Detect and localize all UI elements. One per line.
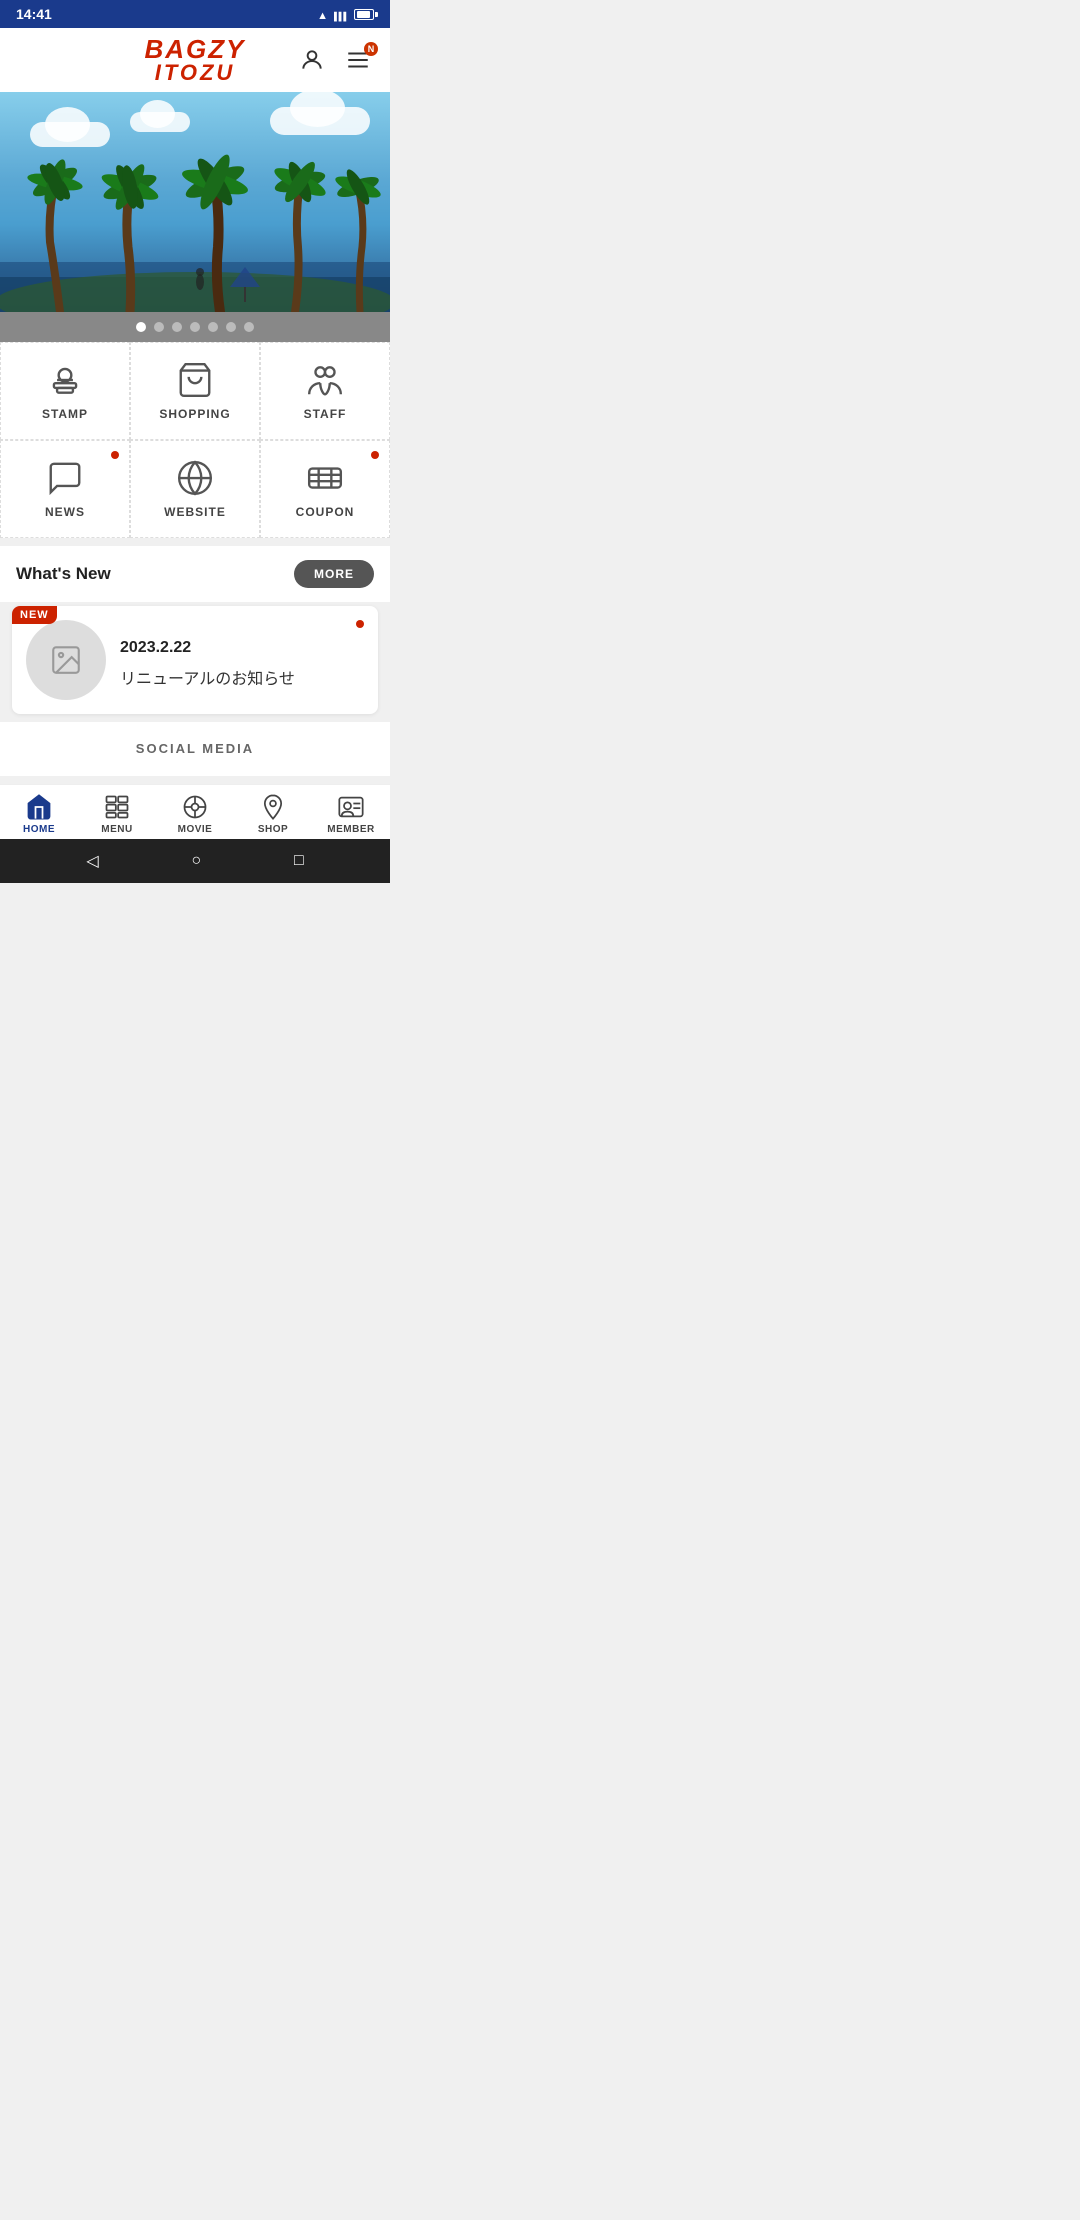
- logo-line2: ITOZU: [145, 62, 246, 84]
- menu-icon: [103, 793, 131, 821]
- website-button[interactable]: WEBSITE: [130, 440, 260, 538]
- social-media-section: SOCIAL MEDIA: [0, 722, 390, 776]
- news-unread-dot: [356, 620, 364, 628]
- news-icon: [46, 459, 84, 497]
- news-label: NEWS: [45, 505, 85, 519]
- stamp-icon: [46, 361, 84, 399]
- image-placeholder-icon: [49, 643, 83, 677]
- carousel-dot-3[interactable]: [172, 322, 182, 332]
- news-button[interactable]: NEWS: [0, 440, 130, 538]
- android-nav-bar: ◁ ○ □: [0, 839, 390, 883]
- home-icon: [25, 793, 53, 821]
- nav-member-label: MEMBER: [327, 824, 374, 835]
- social-media-title: SOCIAL MEDIA: [136, 741, 254, 756]
- logo-line1: BAGZY: [145, 36, 246, 62]
- carousel-dot-5[interactable]: [208, 322, 218, 332]
- whats-new-title: What's New: [16, 564, 111, 584]
- news-card[interactable]: NEW 2023.2.22 リニューアルのお知らせ: [12, 606, 378, 714]
- staff-label: STAFF: [304, 407, 347, 421]
- coupon-button[interactable]: COUPON: [260, 440, 390, 538]
- coupon-icon: [306, 459, 344, 497]
- news-thumbnail: [26, 620, 106, 700]
- website-icon: [176, 459, 214, 497]
- status-bar: 14:41: [0, 0, 390, 28]
- whats-new-header: What's New MORE: [0, 546, 390, 602]
- icon-grid: STAMP SHOPPING STAFF NEWS: [0, 342, 390, 538]
- more-button[interactable]: MORE: [294, 560, 374, 588]
- nav-menu-label: MENU: [101, 824, 132, 835]
- nav-member[interactable]: MEMBER: [321, 793, 381, 835]
- menu-button[interactable]: N: [342, 44, 374, 76]
- member-icon: [337, 793, 365, 821]
- staff-button[interactable]: STAFF: [260, 342, 390, 440]
- stamp-button[interactable]: STAMP: [0, 342, 130, 440]
- hero-banner[interactable]: [0, 92, 390, 312]
- header-icons: N: [296, 44, 374, 76]
- coupon-label: COUPON: [296, 505, 355, 519]
- hero-scene: [0, 92, 390, 312]
- news-date: 2023.2.22: [120, 639, 364, 657]
- carousel-dot-2[interactable]: [154, 322, 164, 332]
- coupon-new-dot: [371, 451, 379, 459]
- time-display: 14:41: [16, 6, 52, 22]
- shopping-icon: [176, 361, 214, 399]
- home-system-button[interactable]: ○: [191, 852, 201, 870]
- movie-icon: [181, 793, 209, 821]
- nav-movie[interactable]: MOVIE: [165, 793, 225, 835]
- header: BAGZY ITOZU N: [0, 28, 390, 92]
- signal-icon: [334, 6, 348, 22]
- nav-menu[interactable]: MENU: [87, 793, 147, 835]
- carousel-dot-7[interactable]: [244, 322, 254, 332]
- stamp-label: STAMP: [42, 407, 88, 421]
- shopping-label: SHOPPING: [159, 407, 230, 421]
- shop-icon: [259, 793, 287, 821]
- news-text: リニューアルのお知らせ: [120, 665, 364, 689]
- staff-icon: [306, 361, 344, 399]
- carousel-dots[interactable]: [0, 312, 390, 342]
- news-badge: NEW: [12, 606, 57, 624]
- nav-shop-label: SHOP: [258, 824, 288, 835]
- status-icons: [317, 6, 374, 22]
- notification-badge: N: [364, 42, 378, 56]
- nav-home-label: HOME: [23, 824, 55, 835]
- carousel-dot-6[interactable]: [226, 322, 236, 332]
- nav-movie-label: MOVIE: [178, 824, 213, 835]
- back-button[interactable]: ◁: [86, 851, 98, 871]
- news-content: 2023.2.22 リニューアルのお知らせ: [120, 631, 364, 689]
- recent-apps-button[interactable]: □: [294, 852, 304, 870]
- nav-home[interactable]: HOME: [9, 793, 69, 835]
- profile-button[interactable]: [296, 44, 328, 76]
- bottom-nav: HOME MENU MOVIE SHOP: [0, 784, 390, 839]
- news-new-dot: [111, 451, 119, 459]
- carousel-dot-4[interactable]: [190, 322, 200, 332]
- shopping-button[interactable]: SHOPPING: [130, 342, 260, 440]
- nav-shop[interactable]: SHOP: [243, 793, 303, 835]
- user-icon: [299, 47, 325, 73]
- carousel-dot-1[interactable]: [136, 322, 146, 332]
- app-logo: BAGZY ITOZU: [145, 36, 246, 84]
- battery-icon: [354, 9, 374, 20]
- wifi-icon: [317, 6, 328, 22]
- website-label: WEBSITE: [164, 505, 226, 519]
